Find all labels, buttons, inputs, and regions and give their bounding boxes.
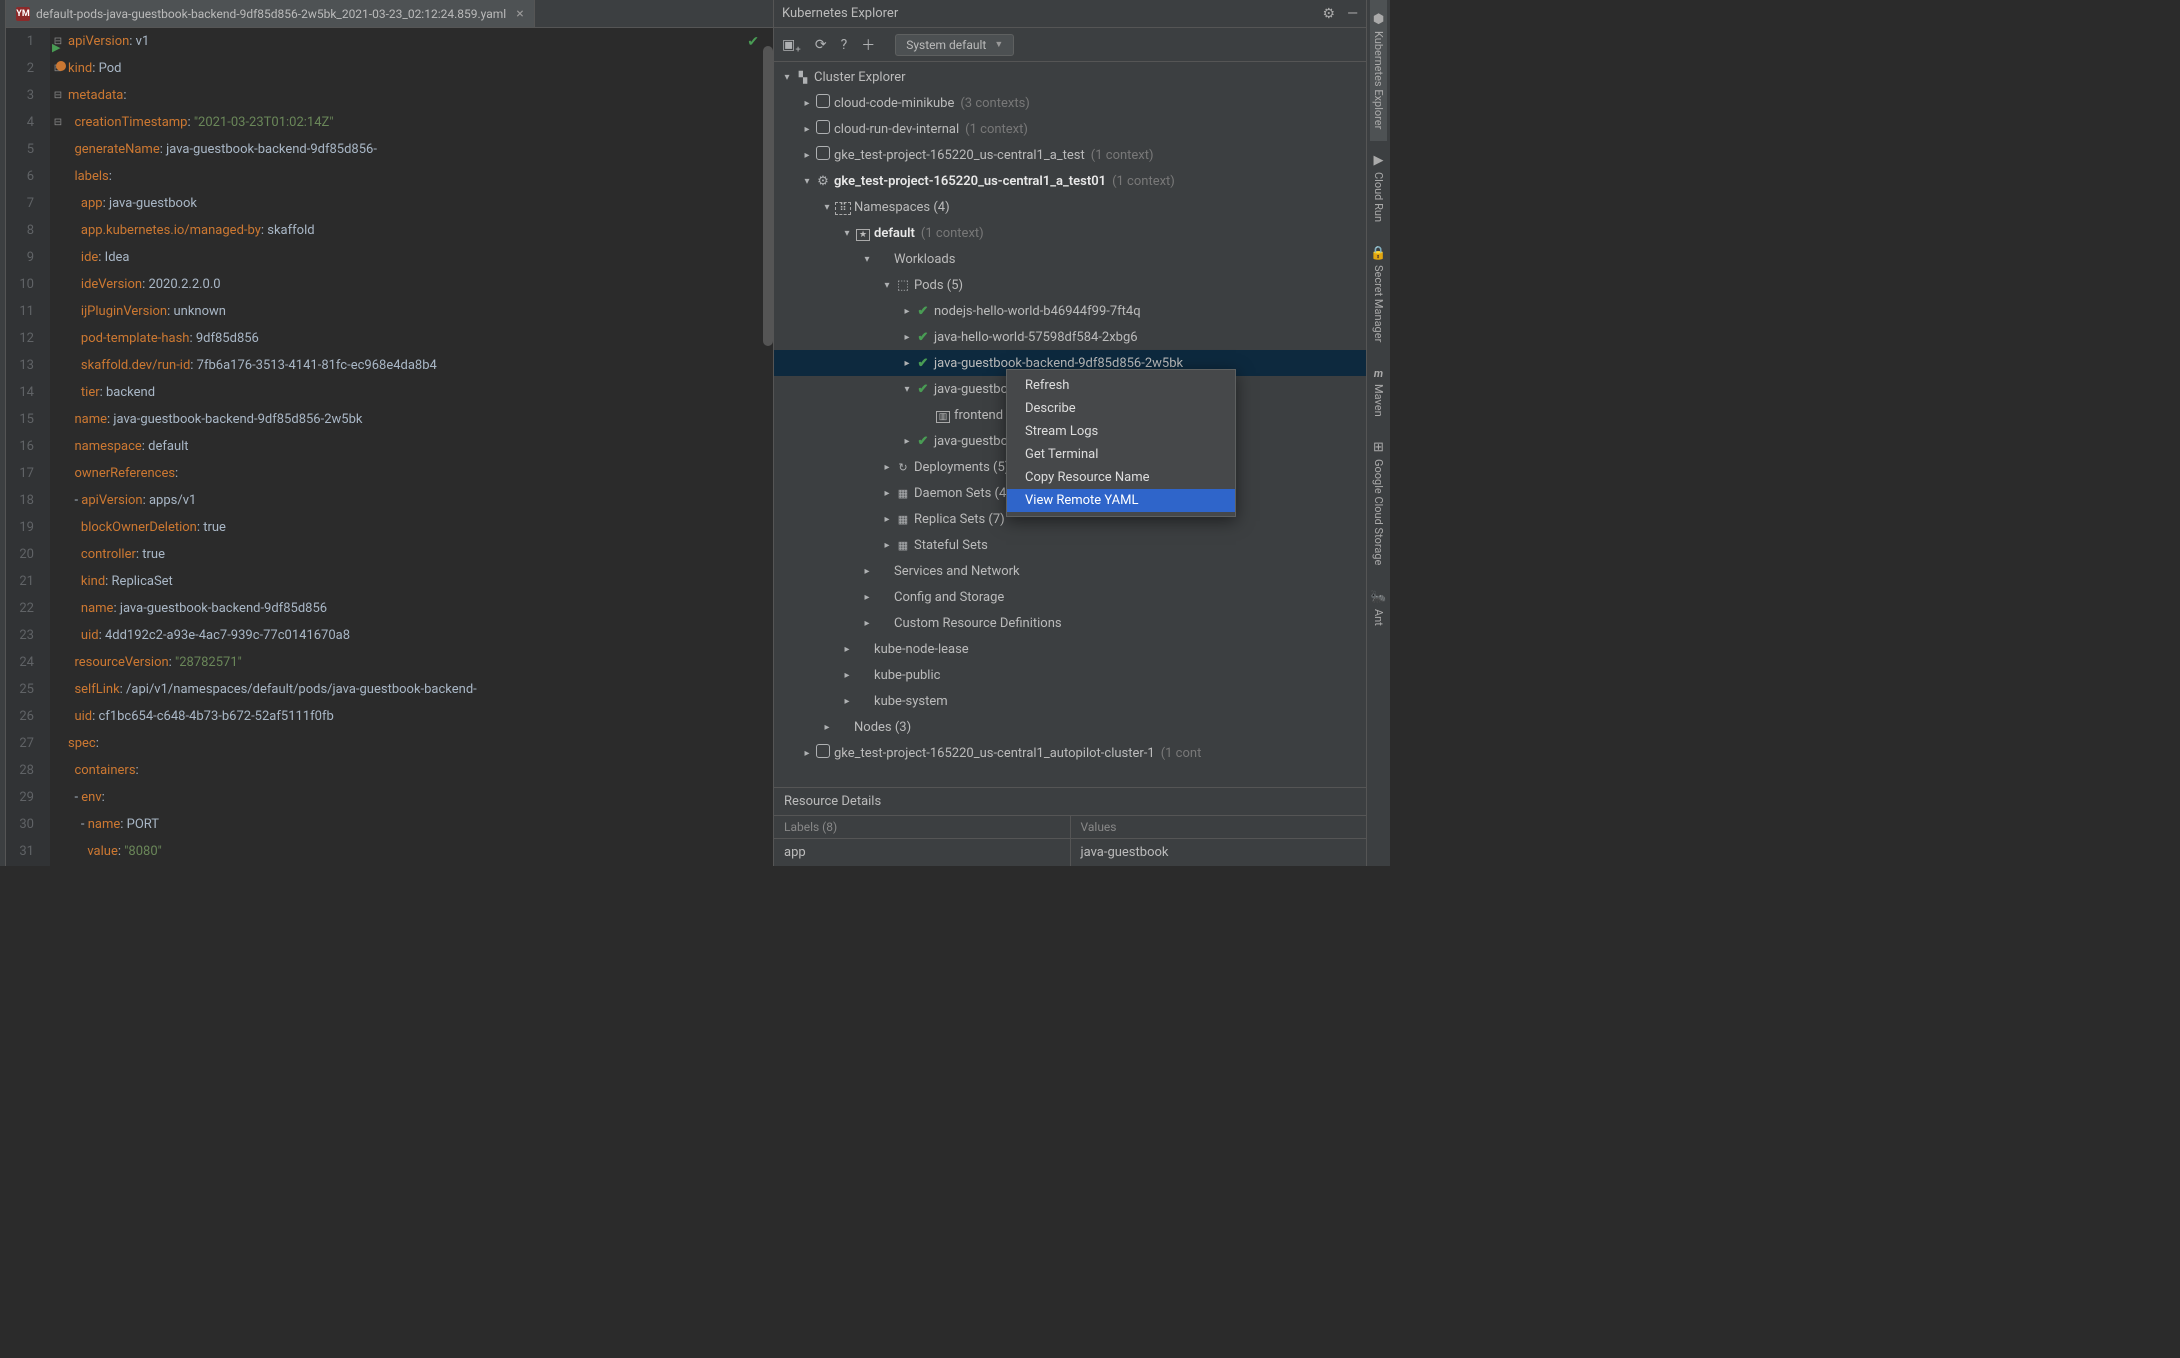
- explorer-title: Kubernetes Explorer: [782, 6, 898, 21]
- add-icon[interactable]: ＋: [861, 35, 875, 55]
- run-gutter-icon[interactable]: ▶: [52, 34, 60, 61]
- cluster-explorer-root[interactable]: ▾▚Cluster Explorer: [774, 64, 1366, 90]
- chevron-down-icon: ▼: [994, 39, 1003, 50]
- labels-column-header[interactable]: Labels (8): [774, 816, 1070, 839]
- values-column-header[interactable]: Values: [1071, 816, 1367, 839]
- editor-tab-bar: YM default-pods-java-guestbook-backend-9…: [6, 0, 773, 28]
- line-number-gutter: ▶ 12345678910111213141516171819202122232…: [6, 28, 50, 866]
- pod-item[interactable]: ▸✔java-hello-world-57598df584-2xbg6: [774, 324, 1366, 350]
- yaml-file-icon: YM: [16, 7, 30, 21]
- menu-item-stream-logs[interactable]: Stream Logs: [1007, 420, 1235, 443]
- inspection-ok-icon[interactable]: ✔: [747, 34, 759, 50]
- rail-maven[interactable]: mMaven: [1370, 355, 1387, 429]
- rail-ant[interactable]: 🐜Ant: [1368, 578, 1388, 638]
- namespaces-node[interactable]: ▾⠿Namespaces (4): [774, 194, 1366, 220]
- rail-cloud-run[interactable]: ▶Cloud Run: [1370, 141, 1387, 234]
- namespace-item[interactable]: ▸kube-public: [774, 662, 1366, 688]
- cluster-item[interactable]: ▸cloud-code-minikube(3 contexts): [774, 90, 1366, 116]
- workloads-node[interactable]: ▾Workloads: [774, 246, 1366, 272]
- namespace-default[interactable]: ▾★default(1 context): [774, 220, 1366, 246]
- namespace-section[interactable]: ▸Services and Network: [774, 558, 1366, 584]
- label-value: java-guestbook: [1071, 839, 1367, 866]
- menu-item-copy-resource-name[interactable]: Copy Resource Name: [1007, 466, 1235, 489]
- cluster-item[interactable]: ▾⚙gke_test-project-165220_us-central1_a_…: [774, 168, 1366, 194]
- namespace-section[interactable]: ▸Config and Storage: [774, 584, 1366, 610]
- workload-group[interactable]: ▸▦Stateful Sets: [774, 532, 1366, 558]
- rail-google-cloud-storage[interactable]: ⊞Google Cloud Storage: [1370, 428, 1387, 577]
- tab-filename: default-pods-java-guestbook-backend-9df8…: [36, 7, 506, 21]
- editor-scrollbar[interactable]: [763, 46, 773, 346]
- refresh-icon[interactable]: ⟳: [815, 37, 827, 53]
- explorer-header: Kubernetes Explorer ⚙ —: [774, 0, 1366, 28]
- tool-window-rail: ⬢Kubernetes Explorer▶Cloud Run🔒Secret Ma…: [1366, 0, 1390, 866]
- cluster-item[interactable]: ▸gke_test-project-165220_us-central1_a_t…: [774, 142, 1366, 168]
- minimize-icon[interactable]: —: [1347, 6, 1358, 22]
- context-menu: RefreshDescribeStream LogsGet TerminalCo…: [1006, 369, 1236, 517]
- pod-item[interactable]: ▸✔nodejs-hello-world-b46944f99-7ft4q: [774, 298, 1366, 324]
- menu-item-get-terminal[interactable]: Get Terminal: [1007, 443, 1235, 466]
- rail-kubernetes-explorer[interactable]: ⬢Kubernetes Explorer: [1370, 0, 1387, 141]
- namespace-section[interactable]: ▸Custom Resource Definitions: [774, 610, 1366, 636]
- code-editor[interactable]: ▶ 12345678910111213141516171819202122232…: [6, 28, 773, 866]
- cluster-item[interactable]: ▸cloud-run-dev-internal(1 context): [774, 116, 1366, 142]
- gutter-warning-dot[interactable]: [56, 61, 66, 71]
- label-key: app: [774, 839, 1070, 866]
- close-icon[interactable]: ×: [516, 6, 523, 22]
- menu-item-refresh[interactable]: Refresh: [1007, 374, 1235, 397]
- namespace-item[interactable]: ▸kube-system: [774, 688, 1366, 714]
- namespace-item[interactable]: ▸kube-node-lease: [774, 636, 1366, 662]
- pods-node[interactable]: ▾⬚Pods (5): [774, 272, 1366, 298]
- context-dropdown[interactable]: System default ▼: [895, 34, 1014, 56]
- explorer-toolbar: ▣₊ ⟳ ? ＋ System default ▼: [774, 28, 1366, 62]
- cluster-item[interactable]: ▸gke_test-project-165220_us-central1_aut…: [774, 740, 1366, 766]
- details-title: Resource Details: [774, 788, 1366, 816]
- editor-tab[interactable]: YM default-pods-java-guestbook-backend-9…: [6, 0, 535, 27]
- rail-secret-manager[interactable]: 🔒Secret Manager: [1368, 234, 1388, 354]
- fold-gutter[interactable]: ⊟⊟⊟⊟: [50, 28, 66, 866]
- resource-details-panel: Resource Details Labels (8) app Values j…: [774, 787, 1366, 866]
- add-cluster-icon[interactable]: ▣₊: [782, 37, 801, 53]
- gear-icon[interactable]: ⚙: [1323, 6, 1336, 22]
- nodes-node[interactable]: ▸Nodes (3): [774, 714, 1366, 740]
- help-icon[interactable]: ?: [841, 37, 848, 53]
- menu-item-describe[interactable]: Describe: [1007, 397, 1235, 420]
- menu-item-view-remote-yaml[interactable]: View Remote YAML: [1007, 489, 1235, 512]
